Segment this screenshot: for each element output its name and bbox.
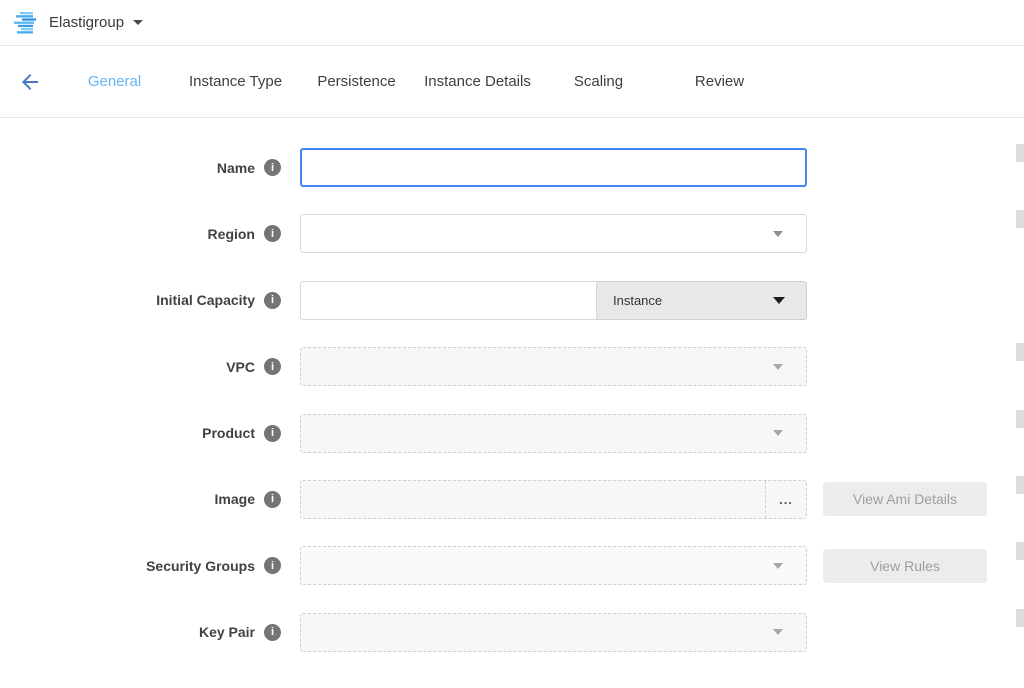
vpc-label: VPC [226,359,255,375]
app-switcher-caret-icon[interactable] [133,20,143,25]
cutoff-fragment [1016,410,1024,428]
info-icon[interactable]: i [264,292,281,309]
region-select[interactable] [300,214,807,253]
field-col: View Rules [300,546,987,585]
tab-persistence[interactable]: Persistence [296,73,417,90]
general-form: Name i Region i Initial Capacity i [0,118,1024,652]
form-row-image: Image i ... View Ami Details [0,480,1024,519]
product-select [300,414,807,453]
elastigroup-logo-icon [14,11,40,35]
initial-capacity-label: Initial Capacity [156,292,255,308]
form-row-security-groups: Security Groups i View Rules [0,546,1024,585]
field-col [300,613,807,652]
chevron-down-icon [773,231,783,237]
label-col: VPC i [0,358,281,375]
info-icon[interactable]: i [264,624,281,641]
label-col: Product i [0,425,281,442]
image-picker: ... [300,480,807,519]
form-row-name: Name i [0,148,1024,187]
info-icon[interactable]: i [264,491,281,508]
wizard-tabs: General Instance Type Persistence Instan… [54,73,780,90]
label-col: Security Groups i [0,557,281,574]
region-label: Region [208,226,255,242]
initial-capacity-input[interactable] [300,281,597,320]
field-col: ... View Ami Details [300,480,987,519]
back-button[interactable] [17,69,43,95]
field-col [300,414,807,453]
field-col [300,148,807,187]
tab-general[interactable]: General [54,73,175,90]
security-groups-label: Security Groups [146,558,255,574]
cutoff-fragment [1016,144,1024,162]
wizard-tabbar: General Instance Type Persistence Instan… [0,46,1024,118]
app-header: Elastigroup [0,0,1024,46]
field-col: Instance [300,281,807,320]
tab-scaling[interactable]: Scaling [538,73,659,90]
capacity-unit-select[interactable]: Instance [597,281,807,320]
name-label: Name [217,160,255,176]
tab-review[interactable]: Review [659,73,780,90]
view-ami-details-button[interactable]: View Ami Details [823,482,987,516]
image-label: Image [215,491,255,507]
tab-instance-details[interactable]: Instance Details [417,73,538,90]
chevron-down-icon [773,364,783,370]
back-arrow-icon [18,70,42,94]
form-row-region: Region i [0,214,1024,253]
cutoff-fragment [1016,542,1024,560]
form-row-vpc: VPC i [0,347,1024,386]
label-col: Key Pair i [0,624,281,641]
key-pair-select [300,613,807,652]
vpc-select [300,347,807,386]
label-col: Image i [0,491,281,508]
info-icon[interactable]: i [264,358,281,375]
label-col: Name i [0,159,281,176]
label-col: Region i [0,225,281,242]
form-row-key-pair: Key Pair i [0,613,1024,652]
chevron-down-icon [773,563,783,569]
cutoff-fragment [1016,609,1024,627]
cutoff-fragment [1016,476,1024,494]
chevron-down-icon [773,430,783,436]
label-col: Initial Capacity i [0,292,281,309]
capacity-unit-value: Instance [613,293,662,308]
form-row-product: Product i [0,414,1024,453]
info-icon[interactable]: i [264,425,281,442]
image-picker-value [301,481,765,518]
product-label: Product [202,425,255,441]
initial-capacity-group: Instance [300,281,807,320]
cutoff-fragment [1016,210,1024,228]
info-icon[interactable]: i [264,225,281,242]
info-icon[interactable]: i [264,557,281,574]
image-browse-button[interactable]: ... [765,481,806,518]
app-switcher-label[interactable]: Elastigroup [49,14,124,31]
chevron-down-icon [773,629,783,635]
name-input[interactable] [300,148,807,187]
field-col [300,347,807,386]
security-groups-select [300,546,807,585]
field-col [300,214,807,253]
key-pair-label: Key Pair [199,624,255,640]
cutoff-fragment [1016,343,1024,361]
tab-instance-type[interactable]: Instance Type [175,73,296,90]
view-rules-button[interactable]: View Rules [823,549,987,583]
form-row-initial-capacity: Initial Capacity i Instance [0,281,1024,320]
chevron-down-icon [773,297,785,304]
info-icon[interactable]: i [264,159,281,176]
